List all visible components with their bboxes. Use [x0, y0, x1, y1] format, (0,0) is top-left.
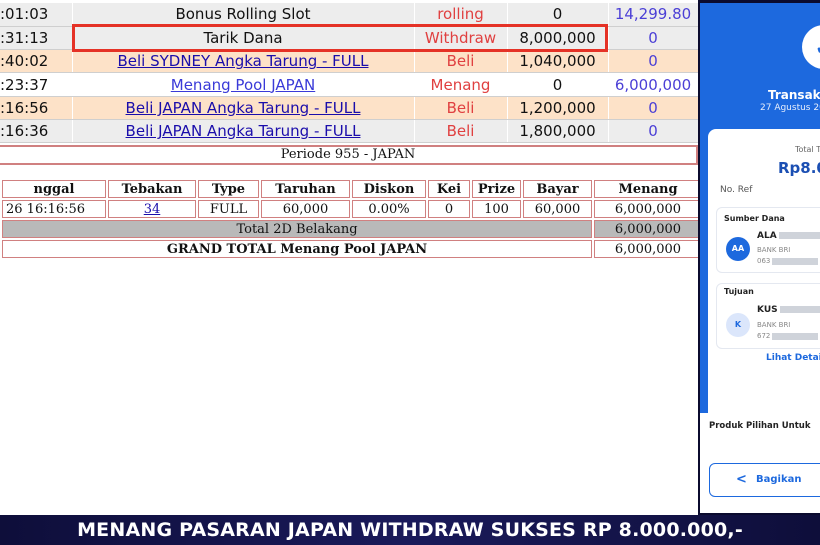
- share-button[interactable]: < Bagikan: [709, 463, 820, 497]
- destination-name: KUS: [757, 305, 820, 315]
- table-row: :23:37 Menang Pool JAPAN Menang 0 6,000,000: [0, 72, 698, 97]
- col-taruhan: Taruhan: [261, 180, 350, 198]
- tx-description: Beli SYDNEY Angka Tarung - FULL: [72, 49, 415, 74]
- total-value: 6,000,000: [594, 220, 698, 238]
- tx-type: Beli: [414, 49, 508, 74]
- cell-taruhan: 60,000: [261, 200, 350, 218]
- tx-balance: 0: [608, 119, 698, 144]
- destination-bank: BANK BRI: [757, 321, 791, 329]
- check-icon: ✓: [802, 25, 820, 69]
- table-row: :16:36 Beli JAPAN Angka Tarung - FULL Beli…: [0, 119, 698, 144]
- share-icon: <: [736, 472, 747, 487]
- tx-balance: 6,000,000: [608, 72, 698, 97]
- tx-description: Beli JAPAN Angka Tarung - FULL: [72, 119, 415, 144]
- result-row: 26 16:16:56 34 FULL 60,000 0.00% 0 100 6…: [2, 200, 698, 218]
- destination-label: Tujuan: [724, 287, 754, 296]
- tx-time: :40:02: [0, 49, 73, 74]
- tx-type: Beli: [414, 96, 508, 120]
- cell-tanggal: 26 16:16:56: [2, 200, 106, 218]
- tx-type: rolling: [414, 3, 508, 27]
- tx-description: Menang Pool JAPAN: [72, 72, 415, 97]
- col-tanggal: nggal: [2, 180, 106, 198]
- total-label: Total 2D Belakang: [2, 220, 592, 238]
- destination-account: 672: [757, 332, 819, 340]
- share-button-label: Bagikan: [756, 474, 802, 485]
- view-details-link[interactable]: Lihat Detai: [766, 353, 820, 363]
- table-row: :01:03 Bonus Rolling Slot rolling 0 14,299.8…: [0, 3, 698, 27]
- tx-description: Beli JAPAN Angka Tarung - FULL: [72, 96, 415, 120]
- cell-type: FULL: [198, 200, 259, 218]
- tx-time: :23:37: [0, 72, 73, 97]
- tx-description: Bonus Rolling Slot: [72, 3, 415, 27]
- tx-time: :01:03: [0, 3, 73, 27]
- result-header-row: nggal Tebakan Type Taruhan Diskon Kei Pr…: [2, 180, 698, 198]
- source-bank: BANK BRI: [757, 246, 791, 254]
- grand-total-label: GRAND TOTAL Menang Pool JAPAN: [2, 240, 592, 258]
- receipt-date: 27 Agustus 20: [760, 103, 820, 113]
- source-fund-label: Sumber Dana: [724, 214, 785, 223]
- total-label: Total T: [795, 145, 820, 154]
- tx-amount: 0: [507, 72, 609, 97]
- result-table: nggal Tebakan Type Taruhan Diskon Kei Pr…: [0, 178, 698, 260]
- tx-amount: 1,200,000: [507, 96, 609, 120]
- avatar: AA: [726, 237, 750, 261]
- col-prize: Prize: [472, 180, 521, 198]
- receipt-title: Transaks: [768, 88, 820, 102]
- avatar: K: [726, 313, 750, 337]
- col-bayar: Bayar: [523, 180, 592, 198]
- cell-prize: 100: [472, 200, 521, 218]
- cell-kei: 0: [428, 200, 470, 218]
- tx-balance: 0: [608, 96, 698, 120]
- col-menang: Menang: [594, 180, 698, 198]
- tx-time: :16:36: [0, 119, 73, 144]
- tx-type: Beli: [414, 119, 508, 144]
- tx-time: :31:13: [0, 26, 73, 51]
- tx-type: Menang: [414, 72, 508, 97]
- mobile-receipt-panel: ✓ Transaks 27 Agustus 20 Total T Rp8.0 N…: [700, 3, 820, 513]
- tx-description-link[interactable]: Beli JAPAN Angka Tarung - FULL: [126, 99, 361, 117]
- total-row: Total 2D Belakang 6,000,000: [2, 220, 698, 238]
- source-name: ALA: [757, 231, 820, 241]
- cell-menang: 6,000,000: [594, 200, 698, 218]
- table-row: :16:56 Beli JAPAN Angka Tarung - FULL Beli…: [0, 96, 698, 120]
- withdraw-highlight-box: [72, 24, 608, 52]
- grand-total-row: GRAND TOTAL Menang Pool JAPAN 6,000,000: [2, 240, 698, 258]
- caption-banner: MENANG PASARAN JAPAN WITHDRAW SUKSES RP …: [0, 515, 820, 545]
- cell-bayar: 60,000: [523, 200, 592, 218]
- cell-diskon: 0.00%: [352, 200, 426, 218]
- periode-header: Periode 955 - JAPAN: [0, 145, 698, 165]
- tx-description-link[interactable]: Menang Pool JAPAN: [171, 76, 315, 94]
- tx-description-link[interactable]: Beli SYDNEY Angka Tarung - FULL: [117, 52, 368, 70]
- source-account: 063: [757, 257, 819, 265]
- tx-description-link[interactable]: Beli JAPAN Angka Tarung - FULL: [126, 122, 361, 140]
- product-section-label: Produk Pilihan Untuk: [709, 421, 811, 431]
- tx-balance: 0: [608, 26, 698, 51]
- col-kei: Kei: [428, 180, 470, 198]
- tebakan-link[interactable]: 34: [144, 202, 161, 217]
- tx-amount: 0: [507, 3, 609, 27]
- col-tebakan: Tebakan: [108, 180, 196, 198]
- table-row: :40:02 Beli SYDNEY Angka Tarung - FULL Bel…: [0, 49, 698, 74]
- tx-balance: 0: [608, 49, 698, 74]
- total-amount: Rp8.0: [778, 159, 820, 177]
- tx-balance: 14,299.80: [608, 3, 698, 27]
- tx-amount: 1,800,000: [507, 119, 609, 144]
- grand-total-value: 6,000,000: [594, 240, 698, 258]
- col-type: Type: [198, 180, 259, 198]
- tx-amount: 1,040,000: [507, 49, 609, 74]
- tx-time: :16:56: [0, 96, 73, 120]
- col-diskon: Diskon: [352, 180, 426, 198]
- cell-tebakan: 34: [108, 200, 196, 218]
- no-ref-label: No. Ref: [720, 185, 753, 195]
- transaction-history-panel: :01:03 Bonus Rolling Slot rolling 0 14,299.8…: [0, 0, 698, 515]
